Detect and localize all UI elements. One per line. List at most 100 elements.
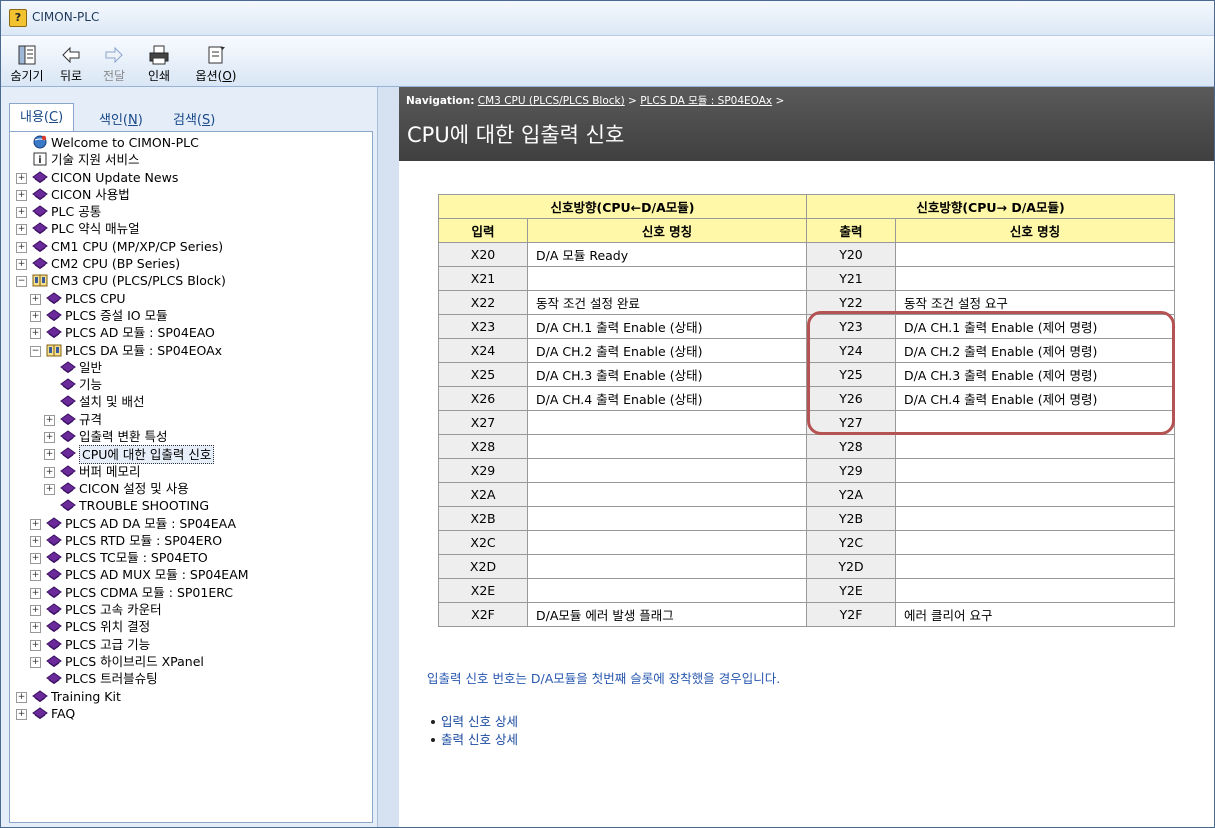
input-address-cell: X28 [438,434,528,459]
tree-item[interactable]: + 버퍼 메모리 [10,463,370,480]
input-address-cell: X2A [438,482,528,507]
book-icon [60,361,76,373]
input-signal-name-cell [527,266,807,291]
collapse-icon[interactable]: − [30,345,41,357]
tree-item[interactable]: + CPU에 대한 입출력 신호 [10,445,370,465]
expand-icon[interactable]: + [30,605,41,617]
hide-button[interactable]: 숨기기 [5,36,49,86]
input-signal-name-cell [527,410,807,435]
expand-icon[interactable]: + [30,535,41,547]
expand-icon[interactable]: + [16,224,27,236]
expand-icon[interactable]: + [16,172,27,184]
expand-icon[interactable]: + [30,656,41,668]
bullet-icon [431,737,435,742]
tab-search[interactable]: 검색(S) [173,109,215,131]
input-signal-name-cell [527,506,807,531]
tree-item[interactable]: 설치 및 배선 [10,393,370,410]
expand-icon[interactable]: + [16,691,27,703]
book-icon [60,378,76,391]
tree-item[interactable]: + PLC 공통 [10,203,370,220]
output-signal-name-cell [895,530,1175,555]
tree-item[interactable]: + CM1 CPU (MP/XP/CP Series) [10,238,370,255]
tree-item[interactable]: + PLCS AD MUX 모듈 : SP04EAM [10,566,370,583]
tree-item[interactable]: + Training Kit [10,688,370,705]
expand-icon[interactable]: + [30,587,41,599]
tree-item[interactable]: PLCS 트러블슈팅 [10,670,370,687]
tree-item[interactable]: − CM3 CPU (PLCS/PLCS Block) [10,272,370,289]
input-signal-detail-link[interactable]: 입력 신호 상세 [441,714,518,729]
tree-item-label: CICON 사용법 [51,186,130,202]
tree-item[interactable]: i 기술 지원 서비스 [10,151,370,168]
topic-content: Navigation: CM3 CPU (PLCS/PLCS Block) > … [399,87,1214,827]
input-signal-name-cell: D/A 모듈 Ready [527,242,807,267]
collapse-icon[interactable]: − [16,276,27,288]
expand-icon[interactable]: + [30,310,41,322]
tab-index[interactable]: 색인(N) [99,109,143,131]
back-arrow-icon [62,46,80,64]
output-signal-name-cell [895,458,1175,483]
expand-icon[interactable]: + [30,639,41,651]
tab-index-prefix: 색인( [99,113,128,128]
expand-icon[interactable]: + [30,622,41,634]
book-icon [46,603,62,616]
tree-item[interactable]: + CICON 설정 및 사용 [10,480,370,497]
tree-item[interactable]: + PLCS RTD 모듈 : SP04ERO [10,532,370,549]
tree-item[interactable]: 기능 [10,376,370,393]
output-signal-detail-link[interactable]: 출력 신호 상세 [441,732,518,747]
tree-item[interactable]: + FAQ [10,705,370,722]
expand-icon[interactable]: + [44,414,55,426]
tree-item[interactable]: TROUBLE SHOOTING [10,497,370,514]
tree-item[interactable]: + CICON Update News [10,169,370,186]
breadcrumb-link-da-module[interactable]: PLCS DA 모듈 : SP04EOAx [640,95,772,107]
expand-icon[interactable]: + [44,466,55,478]
breadcrumb-link-cm3[interactable]: CM3 CPU (PLCS/PLCS Block) [478,95,625,107]
book-icon [46,516,62,529]
expand-icon[interactable]: + [30,518,41,530]
tree-item[interactable]: + 규격 [10,411,370,428]
tree-item[interactable]: + CICON 사용법 [10,186,370,203]
output-address-cell: Y2F [806,602,896,627]
expand-icon[interactable]: + [30,328,41,340]
book-icon [60,395,76,408]
output-address-cell: Y27 [806,410,896,435]
expand-icon[interactable]: + [16,259,27,271]
print-button[interactable]: 인쇄 [141,36,177,86]
forward-button[interactable]: 전달 [96,36,132,86]
tree-item[interactable]: + PLCS 고급 기능 [10,636,370,653]
tree-item[interactable]: + PLCS CDMA 모듈 : SP01ERC [10,584,370,601]
tree-item[interactable]: + PLCS 증설 IO 모듈 [10,307,370,324]
input-address-cell: X20 [438,242,528,267]
tree-item[interactable]: + PLCS 고속 카운터 [10,601,370,618]
tree-item[interactable]: + PLCS 위치 결정 [10,618,370,635]
tree-item[interactable]: + PLC 약식 매뉴얼 [10,220,370,237]
book-icon [32,205,48,218]
expand-icon[interactable]: + [16,207,27,219]
output-address-cell: Y23 [806,314,896,339]
output-signal-name-cell: 에러 클리어 요구 [895,602,1175,627]
tree-item[interactable]: + PLCS AD DA 모듈 : SP04EAA [10,515,370,532]
input-signal-name-cell: D/A CH.1 출력 Enable (상태) [527,314,807,339]
tree-item[interactable]: + PLCS 하이브리드 XPanel [10,653,370,670]
tab-contents[interactable]: 내용(C) [9,103,75,132]
expand-icon[interactable]: + [44,432,55,444]
col-header-input: 입력 [438,218,528,243]
options-button[interactable]: 옵션(O) [192,36,240,86]
expand-icon[interactable]: + [30,570,41,582]
tree-item[interactable]: + PLCS AD 모듈 : SP04EAO [10,324,370,341]
tree-item[interactable]: − PLCS DA 모듈 : SP04EOAx [10,342,370,359]
expand-icon[interactable]: + [44,449,55,461]
expand-icon[interactable]: + [44,483,55,495]
back-button[interactable]: 뒤로 [53,36,89,86]
expand-icon[interactable]: + [16,189,27,201]
expand-icon[interactable]: + [16,708,27,720]
tree-item[interactable]: Welcome to CIMON-PLC [10,134,370,151]
tree-item[interactable]: + PLCS TC모듈 : SP04ETO [10,549,370,566]
expand-icon[interactable]: + [30,553,41,565]
tree-item[interactable]: + 입출력 변환 특성 [10,428,370,445]
expand-icon[interactable]: + [16,241,27,253]
tree-item[interactable]: 일반 [10,359,370,376]
tree-item[interactable]: + PLCS CPU [10,290,370,307]
tree-item[interactable]: + CM2 CPU (BP Series) [10,255,370,272]
pane-splitter[interactable] [377,87,400,827]
expand-icon[interactable]: + [30,293,41,305]
